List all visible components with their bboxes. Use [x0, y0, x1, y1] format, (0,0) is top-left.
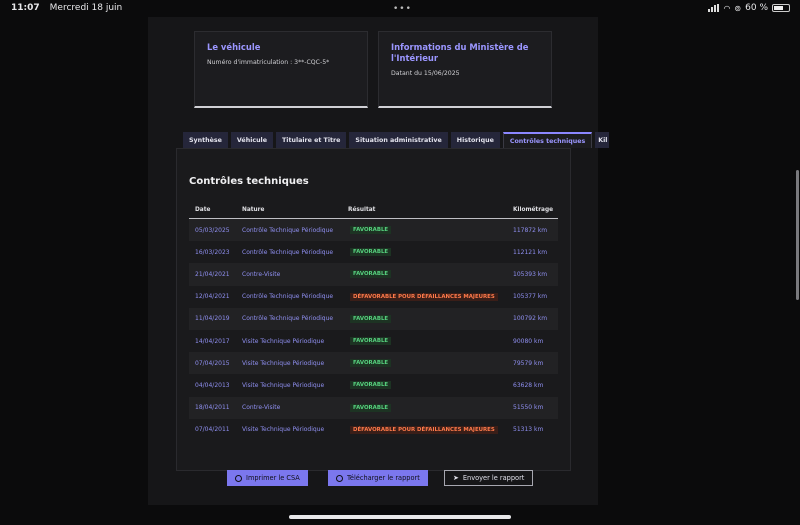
send-report-button[interactable]: ➤ Envoyer le rapport	[444, 470, 534, 486]
row-date: 14/04/2017	[195, 337, 230, 345]
column-result: Résultat	[348, 206, 376, 213]
row-date: 07/04/2015	[195, 359, 230, 367]
tab-kilometrage[interactable]: Kil	[595, 132, 610, 148]
table-row: 07/04/2015 Visite Technique Périodique FAV…	[189, 352, 558, 375]
row-date: 12/04/2021	[195, 293, 230, 301]
row-result-badge: FAVORABLE	[350, 381, 392, 390]
row-km: 105377 km	[513, 293, 548, 301]
table-header: Date Nature Résultat Kilométrage	[189, 201, 558, 219]
scrollbar[interactable]	[796, 170, 799, 300]
download-button-label: Télécharger le rapport	[347, 474, 420, 482]
print-csa-button[interactable]: Imprimer le CSA	[227, 470, 308, 486]
ministry-date: Datant du 15/06/2025	[391, 70, 460, 77]
vehicle-card-title: Le véhicule	[207, 42, 261, 52]
row-nature: Contrôle Technique Périodique	[242, 315, 334, 323]
row-km: 100792 km	[513, 315, 548, 323]
row-km: 63628 km	[513, 381, 544, 389]
row-result-badge: FAVORABLE	[350, 270, 392, 279]
row-nature: Contrôle Technique Périodique	[242, 226, 334, 234]
row-nature: Visite Technique Périodique	[242, 381, 325, 389]
wifi-icon: ◠	[723, 3, 731, 13]
download-icon	[336, 474, 343, 482]
tab-vehicule[interactable]: Véhicule	[230, 132, 273, 148]
table-row: 04/04/2013 Visite Technique Périodique FAV…	[189, 374, 558, 397]
row-km: 51313 km	[513, 426, 544, 434]
row-km: 90080 km	[513, 337, 544, 345]
column-date: Date	[195, 206, 211, 213]
row-result-badge: FAVORABLE	[350, 359, 392, 368]
registration-number: Numéro d'immatriculation : 3**-CQC-5*	[207, 59, 330, 66]
row-nature: Contre-Visite	[242, 404, 281, 412]
row-km: 79579 km	[513, 359, 544, 367]
row-km: 105393 km	[513, 270, 548, 278]
table-row: 12/04/2021 Contrôle Technique Périodique D…	[189, 285, 558, 308]
table-body: 05/03/2025 Contrôle Technique Périodique F…	[189, 219, 558, 441]
row-km: 112121 km	[513, 248, 548, 256]
row-date: 18/04/2011	[195, 404, 230, 412]
row-result-badge: DÉFAVORABLE POUR DÉFAILLANCES MAJEURES	[350, 425, 498, 434]
row-result-badge: FAVORABLE	[350, 337, 392, 346]
tab-titulaire[interactable]: Titulaire et Titre	[276, 132, 347, 148]
table-row: 18/04/2011 Contre-Visite FAVORABLE 51550 km	[189, 396, 558, 419]
row-nature: Contrôle Technique Périodique	[242, 248, 334, 256]
row-nature: Visite Technique Périodique	[242, 426, 325, 434]
row-date: 11/04/2019	[195, 315, 230, 323]
row-km: 51550 km	[513, 404, 544, 412]
tab-historique[interactable]: Historique	[450, 132, 500, 148]
print-button-label: Imprimer le CSA	[246, 474, 300, 482]
row-date: 21/04/2021	[195, 270, 230, 278]
ministry-card: Informations du Ministère de l'Intérieur…	[378, 31, 552, 108]
row-date: 07/04/2011	[195, 426, 230, 434]
row-date: 05/03/2025	[195, 226, 230, 234]
column-km: Kilométrage	[513, 206, 554, 213]
tab-controles[interactable]: Contrôles techniques	[502, 132, 593, 148]
table-row: 21/04/2021 Contre-Visite FAVORABLE 105393 k…	[189, 263, 558, 286]
row-nature: Contre-Visite	[242, 270, 281, 278]
row-nature: Contrôle Technique Périodique	[242, 293, 334, 301]
row-nature: Visite Technique Périodique	[242, 337, 325, 345]
tab-bar: Synthèse Véhicule Titulaire et Titre Sit…	[183, 132, 610, 148]
status-time: 11:07	[11, 3, 40, 13]
report-page: Le véhicule Numéro d'immatriculation : 3…	[148, 17, 610, 505]
row-result-badge: FAVORABLE	[350, 314, 392, 323]
tab-situation[interactable]: Situation administrative	[349, 132, 448, 148]
row-result-badge: DÉFAVORABLE POUR DÉFAILLANCES MAJEURES	[350, 292, 498, 301]
row-date: 16/03/2023	[195, 248, 230, 256]
signal-icon	[708, 4, 720, 12]
table-row: 14/04/2017 Visite Technique Périodique FAV…	[189, 329, 558, 353]
ministry-card-title: Informations du Ministère de l'Intérieur	[391, 42, 529, 63]
send-icon: ➤	[453, 474, 459, 482]
vehicle-card: Le véhicule Numéro d'immatriculation : 3…	[194, 31, 368, 108]
row-km: 117872 km	[513, 226, 548, 234]
lock-rotation-icon: ⊚	[734, 3, 742, 13]
section-title: Contrôles techniques	[189, 176, 309, 187]
home-indicator[interactable]	[289, 515, 511, 519]
column-nature: Nature	[242, 206, 265, 213]
table-row: 07/04/2011 Visite Technique Périodique DÉF…	[189, 418, 558, 441]
row-result-badge: FAVORABLE	[350, 248, 392, 257]
table-row: 05/03/2025 Contrôle Technique Périodique F…	[189, 219, 558, 242]
row-result-badge: FAVORABLE	[350, 403, 392, 412]
battery-icon	[772, 4, 790, 12]
status-date: Mercredi 18 juin	[49, 3, 123, 13]
row-date: 04/04/2013	[195, 381, 230, 389]
controls-panel: Contrôles techniques Date Nature Résulta…	[176, 148, 571, 471]
print-icon	[235, 474, 242, 482]
row-nature: Visite Technique Périodique	[242, 359, 325, 367]
send-button-label: Envoyer le rapport	[462, 474, 525, 482]
download-report-button[interactable]: Télécharger le rapport	[328, 470, 428, 486]
table-row: 11/04/2019 Contrôle Technique Périodique F…	[189, 307, 558, 330]
table-row: 16/03/2023 Contrôle Technique Périodique F…	[189, 241, 558, 264]
status-bar: 11:07 Mercredi 18 juin ••• ◠ ⊚ 60 %	[0, 0, 800, 17]
row-result-badge: FAVORABLE	[350, 226, 392, 235]
battery-percent: 60 %	[745, 3, 768, 13]
multitask-dots[interactable]: •••	[393, 4, 412, 14]
tab-synthese[interactable]: Synthèse	[183, 132, 228, 148]
